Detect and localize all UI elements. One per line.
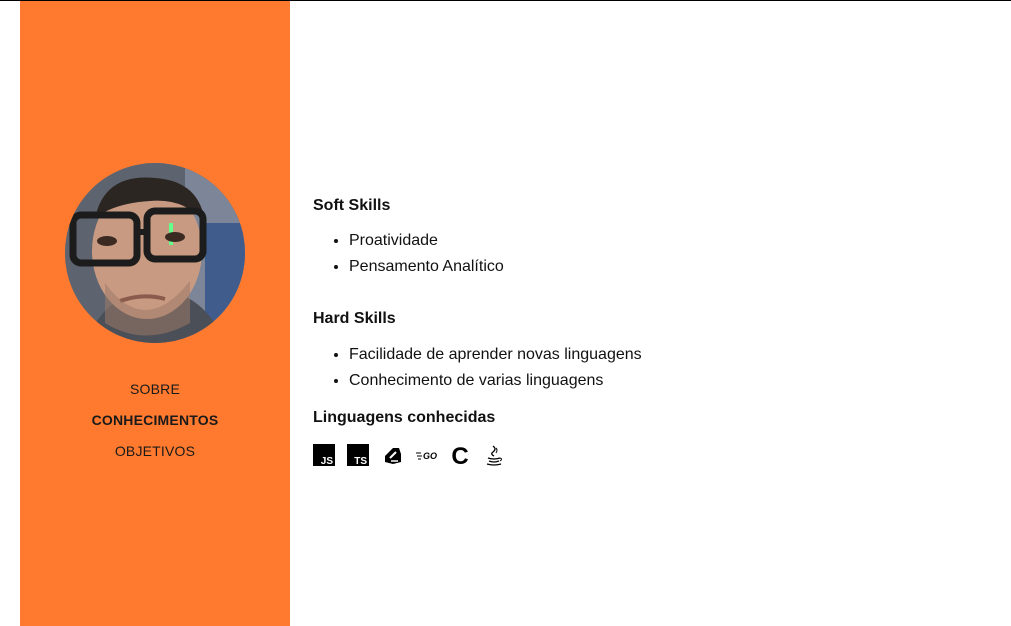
svg-text:TS: TS	[354, 456, 367, 466]
svg-text:JS: JS	[321, 456, 334, 466]
nav-item-conhecimentos[interactable]: CONHECIMENTOS	[20, 405, 290, 436]
list-item: Pensamento Analítico	[349, 254, 504, 280]
java-icon	[486, 445, 502, 466]
list-item: Conhecimento de varias linguagens	[349, 368, 642, 394]
svg-text:GO: GO	[423, 451, 437, 461]
soft-skills-list: Proatividade Pensamento Analítico	[313, 228, 504, 280]
avatar-photo	[65, 163, 245, 343]
sidebar-nav: SOBRE CONHECIMENTOS OBJETIVOS	[20, 374, 290, 467]
soft-skills-title: Soft Skills	[313, 197, 391, 214]
hard-skills-title: Hard Skills	[313, 310, 396, 327]
go-icon: GO	[416, 451, 437, 461]
list-item: Facilidade de aprender novas linguagens	[349, 342, 642, 368]
hard-skills-list: Facilidade de aprender novas linguagens …	[313, 342, 642, 394]
languages-title: Linguagens conhecidas	[313, 409, 496, 426]
svg-text:C: C	[451, 444, 468, 466]
sidebar: SOBRE CONHECIMENTOS OBJETIVOS	[20, 1, 290, 626]
nav-item-objetivos[interactable]: OBJETIVOS	[20, 436, 290, 467]
typescript-icon: TS	[347, 444, 369, 466]
c-icon: C	[451, 444, 468, 466]
language-icons: JS TS GO C	[313, 444, 505, 466]
javascript-icon: JS	[313, 444, 335, 466]
dart-icon	[385, 448, 401, 464]
nav-item-sobre[interactable]: SOBRE	[20, 374, 290, 405]
avatar	[65, 163, 245, 343]
list-item: Proatividade	[349, 228, 504, 254]
